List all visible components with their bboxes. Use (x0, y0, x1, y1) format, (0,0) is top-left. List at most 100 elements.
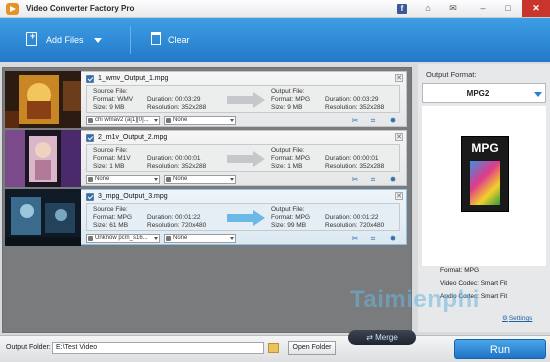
facebook-icon: f (397, 4, 407, 14)
conversion-info: Source File: Format: WMV Duration: 00:03… (86, 85, 400, 113)
convert-arrow-icon (227, 210, 265, 226)
row-checkbox[interactable] (86, 134, 94, 142)
format-preview: MPG (422, 106, 546, 266)
source-format: Format: MPG (93, 214, 133, 221)
clear-label: Clear (168, 35, 190, 45)
subtitle-select[interactable]: None (164, 234, 236, 243)
file-row-1[interactable]: 1_wmv_Output_1.mpg ✕ Source File: Format… (5, 71, 407, 128)
subtitle-icon (166, 177, 171, 182)
cut-icon[interactable]: ✂ (350, 175, 360, 184)
source-size: Size: 9 MB (93, 104, 125, 111)
clear-button[interactable]: Clear (140, 26, 210, 56)
output-format-label: Output Format: (426, 70, 477, 79)
cut-icon[interactable]: ✂ (350, 234, 360, 243)
merge-button[interactable]: ⇄ Merge (348, 330, 416, 345)
run-button[interactable]: Run (454, 339, 546, 359)
format-name: MPG2 (466, 89, 490, 98)
audio-icon (88, 177, 93, 182)
source-duration: Duration: 00:03:29 (147, 96, 201, 103)
output-format: Format: MPG (271, 96, 311, 103)
app-title: Video Converter Factory Pro (26, 4, 135, 13)
conversion-info: Source File: Format: M1V Duration: 00:00… (86, 144, 400, 172)
conversion-info: Source File: Format: MPG Duration: 00:01… (86, 203, 400, 231)
effect-icon[interactable]: ✸ (388, 116, 398, 125)
home-icon[interactable]: ⌂ (419, 0, 437, 17)
source-duration: Duration: 00:00:01 (147, 155, 201, 162)
crop-icon[interactable]: ⌗ (368, 234, 378, 243)
chevron-down-icon[interactable] (94, 38, 102, 43)
file-row-3[interactable]: 3_mpg_Output_3.mpg ✕ Source File: Format… (5, 189, 407, 246)
audio-track-select[interactable]: Unknow pcm_s16... (86, 234, 160, 243)
effect-icon[interactable]: ✸ (388, 234, 398, 243)
subtitle-select[interactable]: None (164, 116, 236, 125)
maximize-button[interactable]: □ (499, 0, 517, 17)
settings-link[interactable]: ⚙Settings (502, 314, 532, 322)
row-checkbox[interactable] (86, 75, 94, 83)
subtitle-select[interactable]: None (164, 175, 236, 184)
audio-track-value: None (95, 176, 110, 182)
subtitle-value: None (173, 176, 188, 182)
trash-icon (151, 32, 161, 45)
remove-row-icon[interactable]: ✕ (395, 192, 403, 200)
chevron-down-icon (230, 119, 234, 122)
video-thumbnail (5, 189, 81, 246)
file-name: 3_mpg_Output_3.mpg (98, 193, 168, 200)
format-spec: Format: MPG (440, 267, 480, 274)
watermark: Taimienphi (350, 286, 480, 313)
chevron-down-icon (154, 237, 158, 240)
open-folder-button[interactable]: Open Folder (288, 341, 336, 355)
effect-icon[interactable]: ✸ (388, 175, 398, 184)
file-row-2[interactable]: 2_m1v_Output_2.mpg ✕ Source File: Format… (5, 130, 407, 187)
crop-icon[interactable]: ⌗ (368, 116, 378, 125)
folder-icon[interactable] (268, 343, 279, 353)
remove-row-icon[interactable]: ✕ (395, 133, 403, 141)
row-checkbox[interactable] (86, 193, 94, 201)
mpg-icon-label: MPG (471, 141, 499, 155)
audio-icon (88, 118, 93, 123)
close-button[interactable]: ✕ (522, 0, 550, 17)
settings-label: Settings (508, 315, 533, 322)
output-header: Output File: (271, 88, 305, 95)
source-size: Size: 61 MB (93, 222, 129, 229)
gear-icon: ⚙ (502, 315, 508, 322)
output-duration: Duration: 00:01:22 (325, 214, 379, 221)
output-size: Size: 9 MB (271, 104, 303, 111)
message-icon[interactable]: ✉ (444, 0, 462, 17)
audio-track-value: Unknow pcm_s16... (95, 235, 148, 241)
source-resolution: Resolution: 352x288 (147, 163, 207, 170)
output-header: Output File: (271, 206, 305, 213)
output-format: Format: MPG (271, 214, 311, 221)
title-bar: Video Converter Factory Pro f ⌂ ✉ – □ ✕ (0, 0, 550, 18)
audio-icon (88, 236, 93, 241)
chevron-down-icon (230, 178, 234, 181)
source-header: Source File: (93, 147, 128, 154)
source-format: Format: WMV (93, 96, 134, 103)
crop-icon[interactable]: ⌗ (368, 175, 378, 184)
source-resolution: Resolution: 352x288 (147, 104, 207, 111)
facebook-button[interactable]: f (393, 0, 411, 17)
chevron-down-icon (154, 119, 158, 122)
add-files-label: Add Files (46, 35, 84, 45)
output-duration: Duration: 00:00:01 (325, 155, 379, 162)
chevron-down-icon (534, 92, 542, 97)
output-duration: Duration: 00:03:29 (325, 96, 379, 103)
source-header: Source File: (93, 206, 128, 213)
output-size: Size: 1 MB (271, 163, 303, 170)
output-resolution: Resolution: 352x288 (325, 104, 385, 111)
chevron-down-icon (230, 237, 234, 240)
chevron-down-icon (154, 178, 158, 181)
output-size: Size: 99 MB (271, 222, 307, 229)
source-size: Size: 1 MB (93, 163, 125, 170)
source-header: Source File: (93, 88, 128, 95)
convert-arrow-icon (227, 92, 265, 108)
cut-icon[interactable]: ✂ (350, 116, 360, 125)
audio-track-select[interactable]: chi wmav2 (a[1][0]... (86, 116, 160, 125)
remove-row-icon[interactable]: ✕ (395, 74, 403, 82)
audio-track-select[interactable]: None (86, 175, 160, 184)
minimize-button[interactable]: – (474, 0, 492, 17)
output-folder-input[interactable]: E:\Test Video (52, 342, 264, 354)
add-files-button[interactable]: Add Files (10, 26, 120, 56)
format-select[interactable]: MPG2 (422, 83, 546, 103)
subtitle-value: None (173, 117, 188, 123)
convert-arrow-icon (227, 151, 265, 167)
